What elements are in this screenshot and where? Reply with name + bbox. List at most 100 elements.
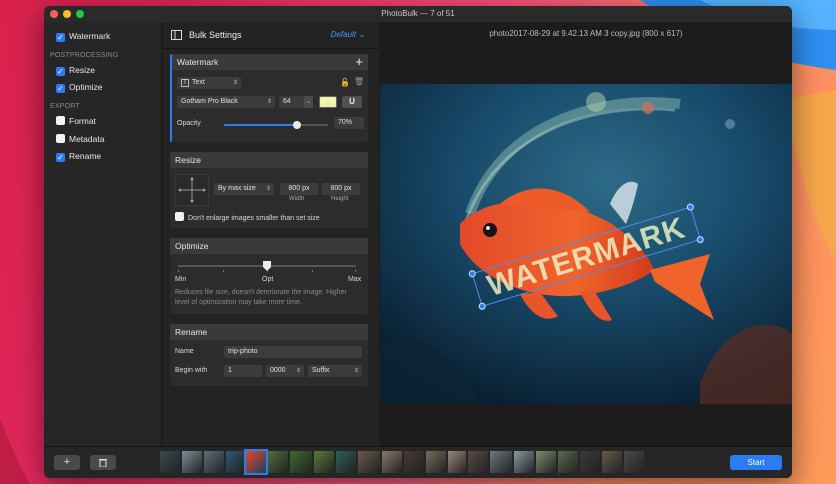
optimize-slider-track[interactable] [178,261,356,271]
opacity-slider-knob[interactable] [292,121,301,129]
sidebar-item-label: Format [69,116,96,126]
thumbnail[interactable] [490,451,512,473]
format-checkbox[interactable] [56,116,65,125]
dont-enlarge-option[interactable]: Don't enlarge images smaller than set si… [175,212,320,222]
thumbnail-selected[interactable] [244,449,268,475]
trash-icon[interactable]: 🗑 [354,77,364,86]
chevron-down-icon: ⌄ [304,96,313,108]
font-size-combo[interactable]: 64 ⌄ [279,96,313,108]
dont-enlarge-checkbox[interactable] [175,212,184,221]
optimize-min-label: Min [175,276,187,283]
thumbnail[interactable] [182,451,202,473]
thumbnail[interactable] [468,451,488,473]
select-arrows-icon: ⇕ [265,186,271,192]
thumbnail[interactable] [290,451,312,473]
plus-icon: + [63,456,71,468]
thumbnail[interactable] [382,451,402,473]
name-input[interactable]: trip-photo [224,346,362,358]
opacity-value-field[interactable]: 70% [334,117,364,129]
thumbnail[interactable] [404,451,424,473]
sidebar-toggle-icon[interactable] [171,30,182,40]
thumbnail[interactable] [558,451,578,473]
select-arrows-icon: ⇕ [232,80,238,86]
thumbnail[interactable] [514,451,534,473]
add-watermark-icon[interactable]: + [355,54,363,70]
watermark-panel-header: Watermark + [172,54,368,70]
metadata-checkbox[interactable] [56,134,65,143]
rename-checkbox[interactable]: ✓ [56,153,65,162]
begin-with-value: 1 [228,367,232,374]
dont-enlarge-label: Don't enlarge images smaller than set si… [188,215,320,222]
close-window-button[interactable] [50,10,58,18]
position-select[interactable]: Suffix ⇕ [308,365,362,377]
thumbnail[interactable] [160,451,180,473]
optimize-panel-header: Optimize [170,238,368,254]
begin-with-input[interactable]: 1 [224,365,262,377]
optimize-slider-ticks [178,270,356,273]
thumbnail[interactable] [536,451,556,473]
preview-image: WATERMARK [380,84,792,404]
width-input[interactable]: 800 px [280,183,318,195]
zoom-window-button[interactable] [76,10,84,18]
sidebar-item-watermark[interactable]: ✓ Watermark [56,30,110,42]
sidebar-item-optimize[interactable]: ✓ Optimize [56,81,103,93]
select-arrows-icon: ⇕ [353,368,359,374]
header-divider [163,48,379,49]
sidebar-item-label: Metadata [69,134,105,144]
resize-panel-title: Resize [175,155,201,165]
preset-value: Default [330,30,357,39]
height-input[interactable]: 800 px [322,183,360,195]
text-color-swatch[interactable] [319,96,337,108]
sidebar-item-resize[interactable]: ✓ Resize [56,64,95,76]
window-title: PhotoBulk — 7 of 51 [381,9,455,18]
thumbnail[interactable] [602,451,622,473]
resize-checkbox[interactable]: ✓ [56,67,65,76]
thumbnail[interactable] [426,451,446,473]
thumbnail[interactable] [358,451,380,473]
optimize-checkbox[interactable]: ✓ [56,84,65,93]
watermark-checkbox[interactable]: ✓ [56,33,65,42]
watermark-type-value: Text [192,79,205,86]
watermark-panel-title: Watermark [177,57,219,67]
sidebar-item-format[interactable]: Format [56,115,96,127]
position-value: Suffix [312,367,330,374]
watermark-panel: Watermark + T Text ⇕ 🔓 🗑 Gotham Pro Black… [170,54,368,142]
sidebar-item-label: Resize [69,65,95,75]
remove-images-button[interactable] [90,455,116,470]
select-arrows-icon: ⇕ [266,99,272,105]
sidebar-item-rename[interactable]: ✓ Rename [56,150,101,162]
sidebar-item-label: Rename [69,151,102,161]
optimize-panel: Optimize Min Opt Max Reduces file size, … [170,238,368,314]
add-images-button[interactable]: + [54,455,80,470]
optimize-opt-label: Opt [262,276,274,283]
thumbnail[interactable] [336,451,356,473]
width-label: Width [289,196,305,202]
thumbnail[interactable] [624,451,644,473]
thumbnail-strip[interactable] [160,447,680,478]
preset-dropdown[interactable]: Default ⌄ [331,30,365,39]
resize-mode-select[interactable]: By max size ⇕ [214,183,274,195]
text-style-button[interactable]: U [342,96,362,108]
thumbnail[interactable] [314,451,334,473]
watermark-type-select[interactable]: T Text ⇕ [177,77,241,89]
font-select[interactable]: Gotham Pro Black ⇕ [177,96,275,108]
lock-icon[interactable]: 🔓 [340,78,350,87]
preview-filename: photo2017-08-29 at 9.42.13 AM 3 copy.jpg… [489,29,683,38]
start-button[interactable]: Start [730,455,782,470]
width-value: 800 px [288,185,310,192]
thumbnail[interactable] [204,451,224,473]
resize-mode-value: By max size [218,185,256,192]
minimize-window-button[interactable] [63,10,71,18]
thumbnail[interactable] [580,451,600,473]
thumbnail[interactable] [226,451,244,473]
thumbnail[interactable] [448,451,466,473]
opacity-slider-fill [224,124,297,126]
digits-select[interactable]: 0000 ⇕ [266,365,304,377]
sidebar-item-label: Optimize [69,82,103,92]
resize-anchor-icon[interactable] [175,174,209,206]
sidebar-item-metadata[interactable]: Metadata [56,133,104,145]
opacity-slider-track[interactable] [224,121,328,129]
font-size-value: 64 [283,98,291,105]
rename-panel-header: Rename [170,324,368,340]
thumbnail[interactable] [268,451,288,473]
